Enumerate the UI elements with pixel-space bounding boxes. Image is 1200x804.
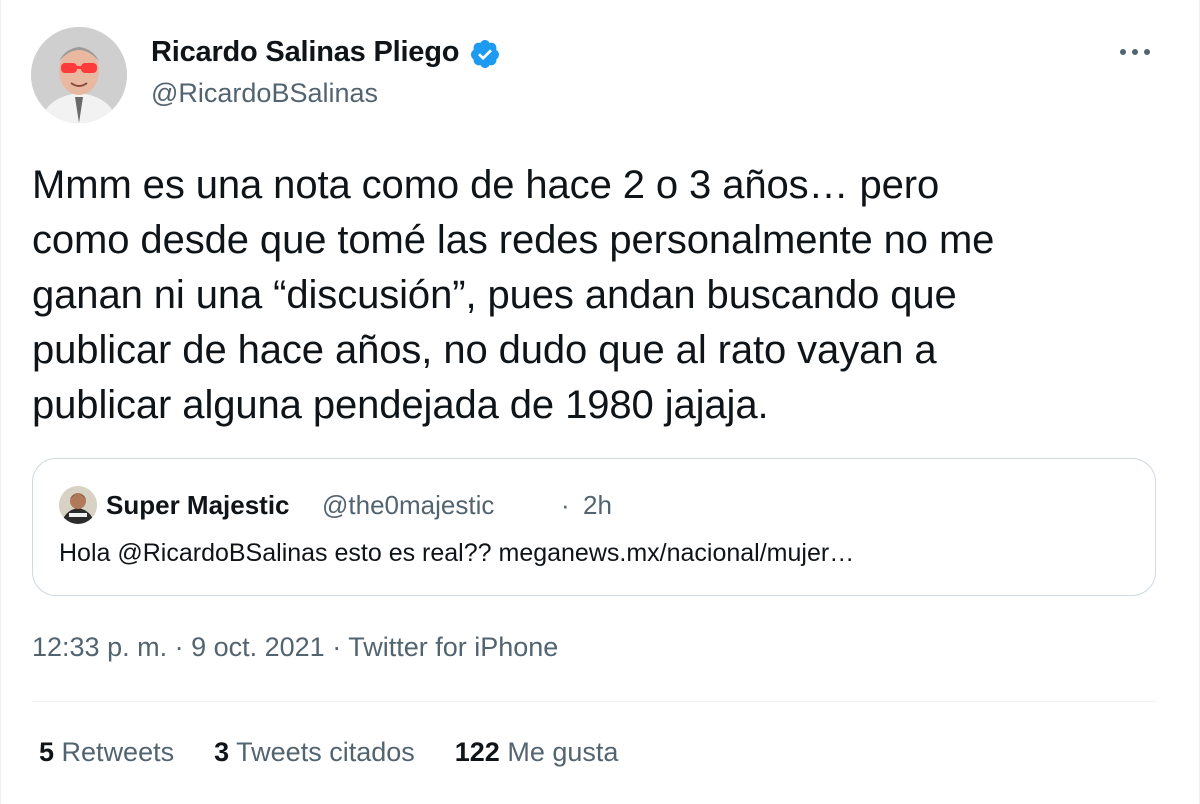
tweet-date[interactable]: 9 oct. 2021 — [191, 632, 325, 662]
retweets-label: Retweets — [61, 737, 175, 767]
tweet-text-line: ganan ni una “discusión”, pues andan bus… — [32, 273, 957, 317]
meta-separator: · — [167, 632, 192, 662]
likes-label: Me gusta — [507, 737, 619, 767]
meta-separator: · — [324, 632, 349, 662]
tweet-text-line: publicar de hace años, no dudo que al ra… — [32, 328, 937, 372]
quotes-count: 3 — [214, 737, 230, 767]
author-handle[interactable]: @RicardoBSalinas — [151, 78, 378, 109]
divider — [32, 701, 1156, 702]
likes-stat[interactable]: 122 Me gusta — [455, 737, 619, 768]
quoted-tweet[interactable]: Super Majestic @the0majestic · 2h Hola @… — [32, 458, 1156, 596]
retweets-count: 5 — [39, 737, 55, 767]
retweets-stat[interactable]: 5 Retweets — [39, 737, 174, 768]
tweet-stats: 5 Retweets 3 Tweets citados 122 Me gusta — [39, 737, 658, 768]
quoted-author-handle: @the0majestic — [322, 490, 495, 520]
likes-count: 122 — [454, 737, 500, 767]
tweet-meta: 12:33 p. m. · 9 oct. 2021 · Twitter for … — [32, 632, 558, 663]
quoted-author-name: Super Majestic — [106, 490, 290, 520]
tweet-card: Ricardo Salinas Pliego @RicardoBSalinas … — [0, 0, 1200, 804]
quoted-separator: · — [561, 490, 570, 520]
tweet-source[interactable]: Twitter for iPhone — [348, 632, 558, 662]
tweet-time[interactable]: 12:33 p. m. — [32, 632, 167, 662]
tweet-text: Mmm es una nota como de hace 2 o 3 años…… — [32, 158, 1172, 433]
more-options-icon[interactable] — [1115, 42, 1155, 62]
quotes-label: Tweets citados — [236, 737, 415, 767]
quoted-timestamp: 2h — [583, 490, 612, 520]
author-name[interactable]: Ricardo Salinas Pliego — [151, 36, 459, 69]
quoted-avatar-image — [59, 486, 97, 524]
tweet-text-line: Mmm es una nota como de hace 2 o 3 años…… — [32, 163, 940, 207]
verified-badge-icon — [470, 40, 499, 68]
tweet-text-line: publicar alguna pendejada de 1980 jajaja… — [32, 383, 769, 427]
avatar-image — [31, 27, 127, 123]
author-avatar[interactable] — [31, 27, 127, 123]
tweet-text-line: como desde que tomé las redes personalme… — [32, 218, 995, 262]
quoted-tweet-text: Hola @RicardoBSalinas esto es real?? meg… — [59, 539, 855, 567]
quotes-stat[interactable]: 3 Tweets citados — [214, 737, 415, 768]
quoted-author-avatar — [59, 486, 97, 524]
